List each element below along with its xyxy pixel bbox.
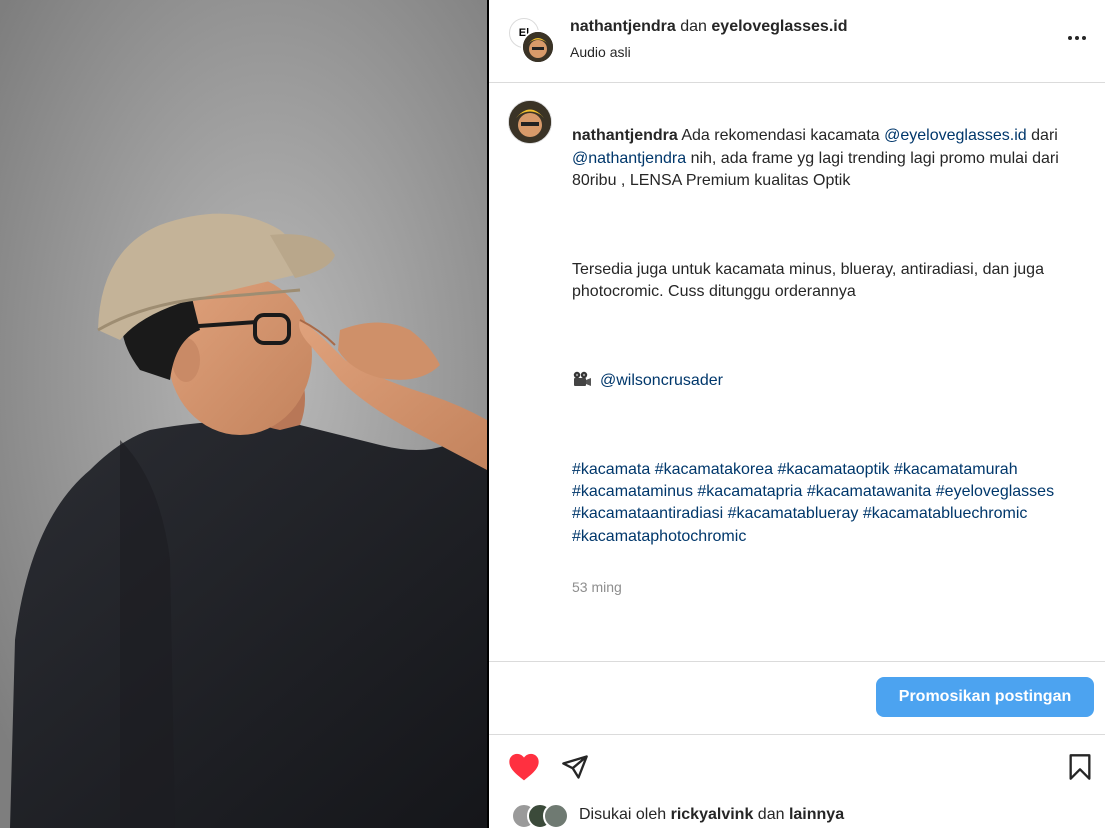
hashtag-link[interactable]: #kacamataantiradiasi bbox=[572, 505, 723, 522]
promote-post-button[interactable]: Promosikan postingan bbox=[876, 677, 1094, 717]
action-bar bbox=[489, 740, 1105, 790]
avatar-image bbox=[509, 101, 551, 143]
hashtag-link[interactable]: #eyeloveglasses bbox=[936, 483, 1054, 500]
caption-area: nathantjendra Ada rekomendasi kacamata @… bbox=[489, 83, 1105, 661]
caption-avatar[interactable] bbox=[508, 100, 552, 144]
avatar-image bbox=[523, 32, 553, 62]
post-header: E| nathantjendra dan eyeloveglasses.id A… bbox=[489, 0, 1105, 83]
caption-gap bbox=[572, 415, 1072, 437]
mention-brand-link[interactable]: @eyeloveglasses.id bbox=[884, 127, 1027, 144]
caption-paragraph-1: nathantjendra Ada rekomendasi kacamata @… bbox=[572, 125, 1072, 192]
liker-username[interactable]: rickyalvink bbox=[671, 806, 754, 824]
caption-paragraph-2: Tersedia juga untuk kacamata minus, blue… bbox=[572, 260, 1044, 301]
more-options-icon[interactable] bbox=[1065, 28, 1089, 48]
caption-text-a: Ada rekomendasi kacamata bbox=[681, 127, 880, 145]
post-timestamp[interactable]: 53 ming bbox=[572, 576, 1072, 598]
credit-mention-link[interactable]: @wilsoncrusader bbox=[600, 372, 723, 389]
person-photo bbox=[0, 0, 487, 828]
likes-conj: dan bbox=[757, 806, 785, 823]
liker-avatars[interactable] bbox=[511, 802, 573, 828]
author-conjunction: dan bbox=[680, 18, 707, 35]
paper-plane-icon[interactable] bbox=[558, 750, 592, 784]
audio-label[interactable]: Audio asli bbox=[570, 44, 631, 60]
hashtag-link[interactable]: #kacamatabluechromic bbox=[863, 505, 1028, 522]
movie-camera-icon bbox=[572, 371, 592, 387]
post-media-image[interactable] bbox=[0, 0, 487, 828]
caption-gap bbox=[572, 214, 1072, 236]
collab-avatars[interactable]: E| bbox=[509, 18, 555, 64]
likes-prefix: Disukai oleh bbox=[579, 806, 667, 823]
hashtag-link[interactable]: #kacamatamurah bbox=[894, 461, 1018, 478]
mention-user-link[interactable]: @nathantjendra bbox=[572, 150, 686, 167]
hashtag-link[interactable]: #kacamatapria bbox=[697, 483, 802, 500]
author-username[interactable]: nathantjendra bbox=[570, 18, 676, 35]
likes-summary: Disukai oleh rickyalvink dan lainnya bbox=[511, 802, 844, 828]
hashtag-link[interactable]: #kacamataoptik bbox=[777, 461, 889, 478]
likes-others[interactable]: lainnya bbox=[789, 806, 844, 824]
post-view: E| nathantjendra dan eyeloveglasses.id A… bbox=[0, 0, 1105, 828]
hashtag-list: #kacamata #kacamatakorea #kacamataoptik … bbox=[572, 459, 1072, 548]
caption-text: nathantjendra Ada rekomendasi kacamata @… bbox=[572, 103, 1072, 621]
hashtag-link[interactable]: #kacamataminus bbox=[572, 483, 693, 500]
heart-filled-icon[interactable] bbox=[507, 750, 541, 784]
caption-text-b: dari bbox=[1031, 127, 1058, 145]
hashtag-link[interactable]: #kacamataphotochromic bbox=[572, 528, 746, 545]
hashtag-link[interactable]: #kacamatawanita bbox=[807, 483, 932, 500]
collab-username[interactable]: eyeloveglasses.id bbox=[711, 18, 847, 35]
user-avatar[interactable] bbox=[521, 30, 555, 64]
post-details-panel: E| nathantjendra dan eyeloveglasses.id A… bbox=[489, 0, 1105, 828]
bookmark-icon[interactable] bbox=[1063, 750, 1097, 784]
hashtag-link[interactable]: #kacamata bbox=[572, 461, 650, 478]
caption-username[interactable]: nathantjendra bbox=[572, 127, 678, 144]
hashtag-link[interactable]: #kacamatablueray bbox=[728, 505, 859, 522]
caption-credit-line: @wilsoncrusader bbox=[572, 370, 1072, 392]
hashtag-link[interactable]: #kacamatakorea bbox=[655, 461, 773, 478]
caption-gap bbox=[572, 326, 1072, 348]
post-authors: nathantjendra dan eyeloveglasses.id bbox=[570, 18, 848, 36]
liker-avatar bbox=[543, 803, 569, 828]
promo-bar: Promosikan postingan bbox=[489, 661, 1105, 735]
